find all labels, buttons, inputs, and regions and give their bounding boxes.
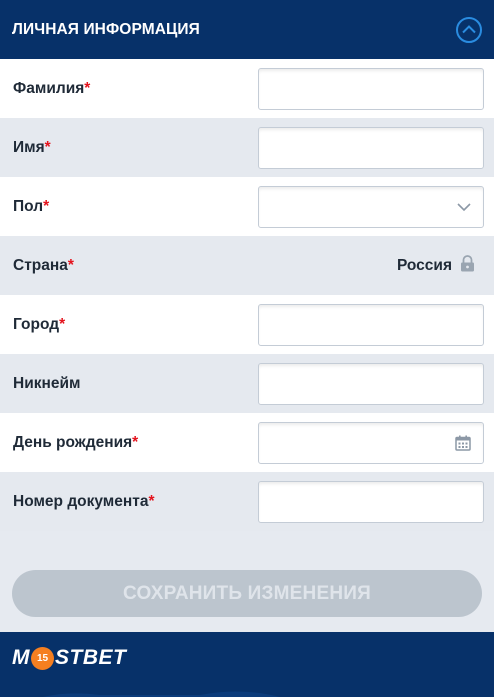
document-input[interactable] bbox=[259, 481, 483, 522]
logo-badge-icon: 15 bbox=[31, 646, 54, 670]
document-row: Номер документа* bbox=[0, 472, 494, 531]
nickname-row: Никнейм bbox=[0, 354, 494, 413]
country-value: Россия bbox=[396, 254, 484, 277]
logo-badge-text: 15 bbox=[36, 652, 49, 664]
required-mark: * bbox=[59, 315, 66, 333]
surname-field-wrap bbox=[258, 67, 484, 110]
required-mark: * bbox=[84, 79, 91, 97]
name-field-wrap bbox=[258, 126, 484, 169]
name-input[interactable] bbox=[259, 127, 483, 168]
city-input[interactable] bbox=[259, 304, 483, 345]
surname-label: Фамилия* bbox=[13, 79, 91, 97]
nickname-label: Никнейм bbox=[13, 374, 81, 392]
personal-info-page: ЛИЧНАЯ ИНФОРМАЦИЯ Фамилия* Имя* Пол* Стр… bbox=[0, 0, 494, 697]
required-mark: * bbox=[67, 256, 74, 274]
gender-label: Пол* bbox=[13, 197, 50, 215]
name-label: Имя* bbox=[13, 138, 51, 156]
section-title: ЛИЧНАЯ ИНФОРМАЦИЯ bbox=[12, 20, 200, 38]
nickname-field-wrap bbox=[258, 362, 484, 405]
chevron-up-icon[interactable] bbox=[456, 16, 482, 43]
birthday-label: День рождения* bbox=[13, 433, 139, 451]
country-label: Страна* bbox=[13, 256, 74, 274]
document-label: Номер документа* bbox=[13, 492, 155, 510]
city-label: Город* bbox=[13, 315, 66, 333]
required-mark: * bbox=[132, 433, 139, 451]
gender-row: Пол* bbox=[0, 177, 494, 236]
city-field-wrap bbox=[258, 303, 484, 346]
mostbet-logo[interactable]: M 15 STBET bbox=[12, 645, 126, 671]
lock-icon bbox=[460, 254, 475, 277]
name-row: Имя* bbox=[0, 118, 494, 177]
gender-select[interactable] bbox=[258, 185, 484, 228]
chevron-down-icon bbox=[457, 202, 471, 211]
nickname-input[interactable] bbox=[259, 363, 483, 404]
footer: M 15 STBET bbox=[0, 632, 494, 697]
section-header[interactable]: ЛИЧНАЯ ИНФОРМАЦИЯ bbox=[0, 0, 494, 59]
birthday-input[interactable] bbox=[259, 422, 483, 463]
save-area: СОХРАНИТЬ ИЗМЕНЕНИЯ bbox=[0, 531, 494, 632]
country-text: Россия bbox=[396, 256, 452, 274]
personal-info-form: Фамилия* Имя* Пол* Страна* Россия Город*… bbox=[0, 59, 494, 531]
required-mark: * bbox=[148, 492, 155, 510]
country-row: Страна* Россия bbox=[0, 236, 494, 295]
required-mark: * bbox=[44, 138, 51, 156]
surname-input[interactable] bbox=[259, 68, 483, 109]
surname-row: Фамилия* bbox=[0, 59, 494, 118]
save-changes-button[interactable]: СОХРАНИТЬ ИЗМЕНЕНИЯ bbox=[12, 570, 482, 617]
logo-text-start: M bbox=[12, 646, 30, 669]
logo-text-end: STBET bbox=[55, 646, 127, 669]
birthday-field-wrap bbox=[258, 421, 484, 464]
footer-decoration bbox=[43, 691, 280, 697]
document-field-wrap bbox=[258, 480, 484, 523]
birthday-row: День рождения* bbox=[0, 413, 494, 472]
city-row: Город* bbox=[0, 295, 494, 354]
required-mark: * bbox=[43, 197, 50, 215]
calendar-icon[interactable] bbox=[455, 435, 471, 451]
